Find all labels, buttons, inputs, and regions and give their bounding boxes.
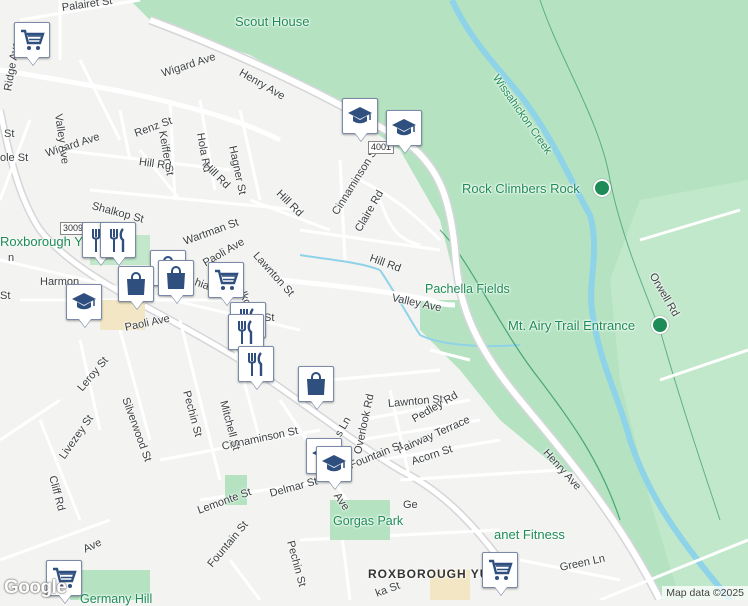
school-pin[interactable] <box>66 284 102 320</box>
grocery-pin[interactable] <box>208 262 244 298</box>
school-grounds-2 <box>430 570 470 600</box>
gorgas-park-area <box>330 500 390 540</box>
park-patch-2 <box>70 570 150 600</box>
map-attribution[interactable]: Map data ©2025 <box>662 586 748 600</box>
google-logo: Google <box>4 577 67 598</box>
shopping-cart-icon <box>215 269 239 290</box>
map-canvas[interactable]: Scout House Wissahickon Creek Rock Climb… <box>0 0 748 606</box>
shop-pin[interactable] <box>118 266 154 302</box>
park-patch-1 <box>225 475 247 505</box>
map-base-layer <box>0 0 748 600</box>
restaurant-icon <box>248 352 263 376</box>
grocery-pin[interactable] <box>482 552 518 588</box>
shopping-bag-icon <box>167 266 185 289</box>
park-marker-icon[interactable] <box>593 179 611 197</box>
school-icon <box>348 107 372 124</box>
school-pin[interactable] <box>342 98 378 134</box>
school-icon <box>392 119 416 136</box>
restaurant-pin[interactable] <box>100 222 136 258</box>
school-pin[interactable] <box>316 446 352 482</box>
school-icon <box>322 455 346 472</box>
restaurant-pin[interactable] <box>228 314 264 350</box>
shop-pin[interactable] <box>298 366 334 402</box>
trail-marker-icon[interactable] <box>651 316 669 334</box>
shopping-bag-icon <box>127 272 145 295</box>
shopping-bag-icon <box>307 372 325 395</box>
shopping-cart-icon <box>489 559 513 580</box>
restaurant-icon <box>110 228 125 252</box>
shopping-cart-icon <box>21 29 45 50</box>
school-icon <box>72 293 96 310</box>
school-pin[interactable] <box>386 110 422 146</box>
restaurant-pin[interactable] <box>238 346 274 382</box>
shop-pin[interactable] <box>158 260 194 296</box>
grocery-pin[interactable] <box>14 22 50 58</box>
restaurant-icon <box>238 320 253 344</box>
